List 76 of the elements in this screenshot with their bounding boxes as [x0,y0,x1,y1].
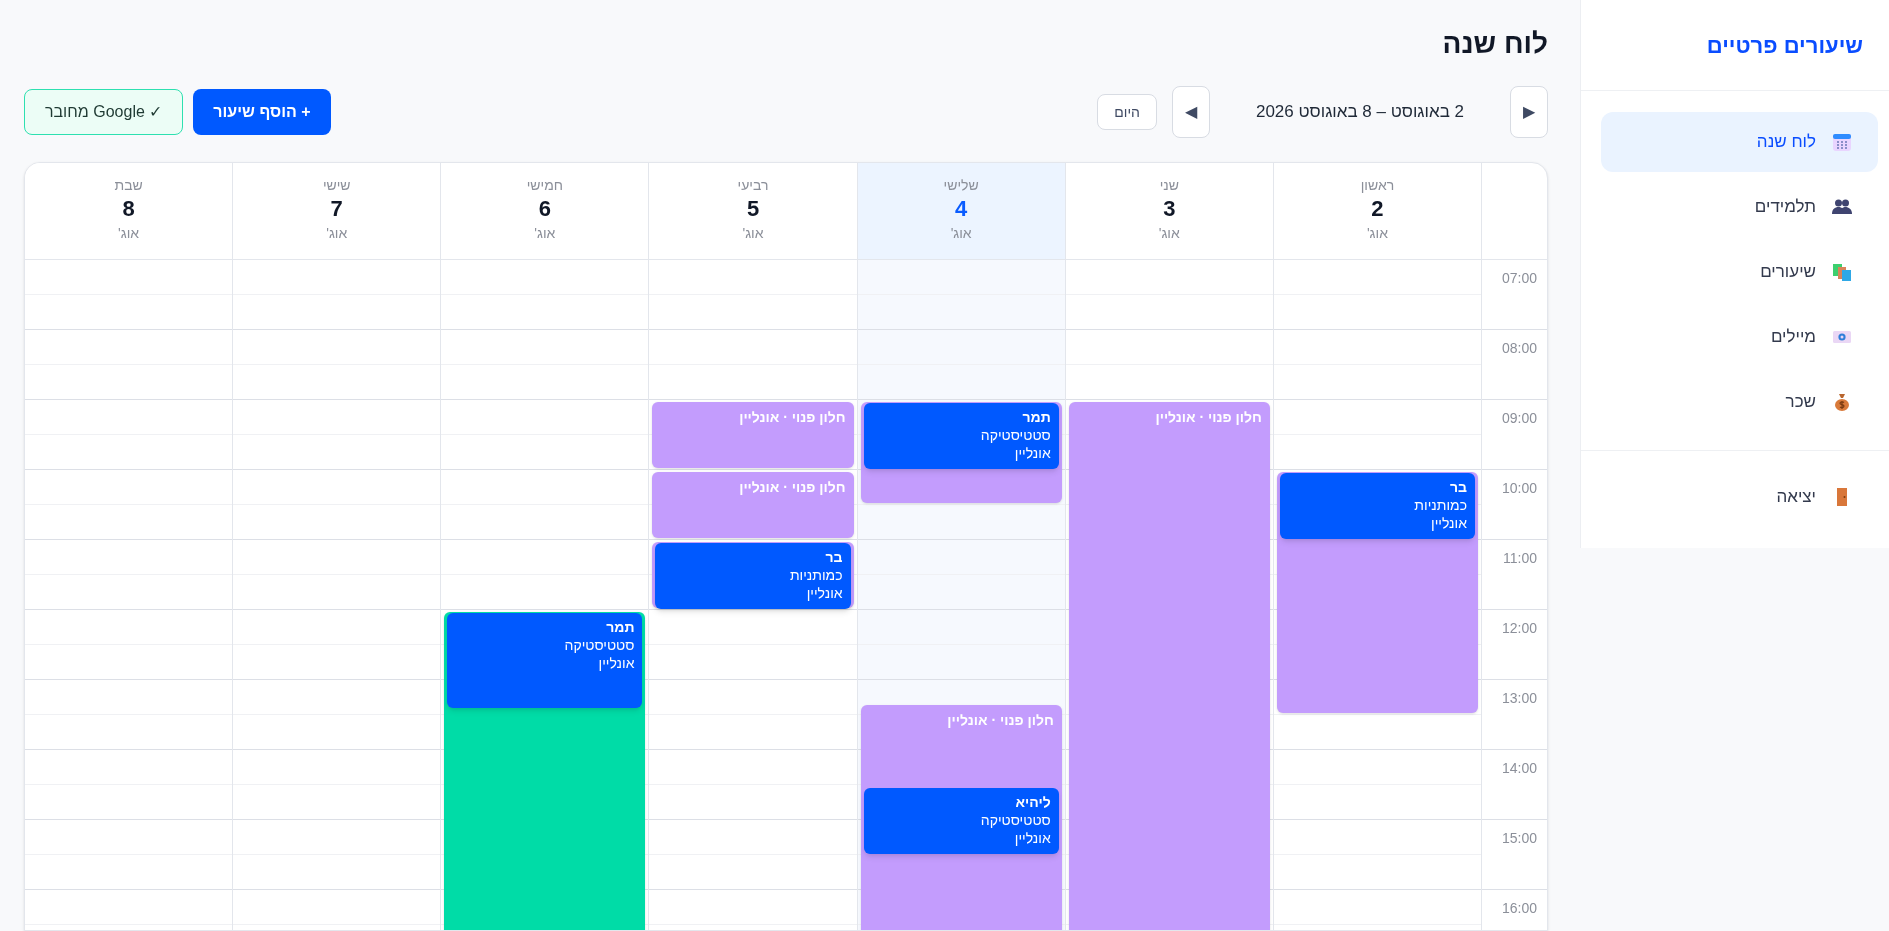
lesson-event[interactable]: בר כמותניות אונליין [1279,473,1475,539]
nav-item[interactable]: לוח שנה [1601,112,1878,172]
nav-item[interactable]: שיעורים [1601,242,1878,302]
lesson-event[interactable]: תמר סטטיסטיקה אונליין [447,613,643,709]
month-label: אוג' [950,224,972,243]
subject-text: סטטיסטיקה [979,811,1051,829]
hour-label: 08:00 [1501,340,1537,356]
today-button[interactable]: היום [1097,94,1157,130]
logout-item[interactable]: יציאה [1601,467,1878,527]
slot-label: חלון פנוי · אונליין [738,408,846,427]
day-number: 5 [746,195,760,223]
month-label: אוג' [118,224,140,243]
weekday-label: שישי [322,176,351,195]
day-number: 6 [538,195,551,223]
slot-block[interactable]: בר כמותניות אונליין [1276,472,1478,713]
mode-text: אונליין [597,654,635,672]
hour-label: 16:00 [1501,900,1537,916]
weekday-label: שבת [114,176,143,195]
free-slot[interactable]: חלון פנוי · אונליין ליהיא סטטיסטיקה אונליין [860,705,1062,930]
student-name: תמר [605,618,635,636]
nav-item[interactable]: מיילים [1601,307,1878,367]
mode-text: אונליין [1430,514,1467,532]
next-week-button[interactable]: ▶ [1510,86,1548,138]
student-name: ליהיא [1014,793,1051,811]
subject-text: כמותניות [1413,496,1467,514]
money-bag-icon [1832,392,1852,412]
weekday-label: ראשון [1360,176,1395,195]
add-lesson-button[interactable]: + הוסף שיעור [193,89,331,135]
day-number: 2 [1371,195,1384,223]
weekday-label: שני [1159,176,1179,195]
weekday-label: חמישי [526,176,564,195]
month-label: אוג' [326,224,348,243]
books-icon [1832,262,1852,282]
month-label: אוג' [1366,224,1388,243]
mode-text: אונליין [1013,444,1051,462]
hour-label: 11:00 [1503,550,1537,566]
hour-label: 14:00 [1501,760,1537,776]
google-status-button[interactable]: ✓ Google מחובר [24,89,184,135]
day-number: 8 [122,195,135,223]
slot-block[interactable]: תמר סטטיסטיקה אונליין [860,402,1062,503]
nav-item[interactable]: שכר [1601,372,1878,432]
people-icon [1832,197,1852,217]
calendar-icon [1832,132,1852,152]
mode-text: אונליין [1013,829,1051,847]
hour-label: 10:00 [1501,480,1537,496]
previous-week-button[interactable]: ◀ [1171,86,1210,138]
slot-label: חלון פנוי · אונליין [738,478,846,497]
weekday-label: רביעי [737,176,769,195]
day-number: 3 [1163,195,1176,223]
lesson-event[interactable]: ליהיא סטטיסטיקה אונליין [863,788,1059,854]
subject-text: כמותניות [788,566,843,584]
student-name: תמר [1021,408,1051,426]
slot-block[interactable]: תמר סטטיסטיקה אונליין [444,612,646,930]
hour-label: 09:00 [1501,410,1537,426]
lesson-event[interactable]: תמר סטטיסטיקה אונליין [863,403,1059,469]
slot-label: חלון פנוי · אונליין [1154,408,1262,427]
nav-item[interactable]: תלמידים [1601,177,1878,237]
month-label: אוג' [534,224,556,243]
student-name: בר [824,548,843,566]
month-label: אוג' [1158,224,1180,243]
slot-label: חלון פנוי · אונליין [946,711,1054,731]
day-number: 4 [955,195,968,223]
page-title: לוח שנה [1441,27,1548,61]
app-title: שיעורים פרטיים [1706,31,1863,60]
hour-label: 07:00 [1501,270,1537,286]
subject-text: סטטיסטיקה [563,636,635,654]
mode-text: אונליין [805,584,843,602]
hour-label: 13:00 [1501,690,1537,706]
month-label: אוג' [742,224,764,243]
weekday-label: שלישי [943,176,979,195]
date-range: 2 באוגוסט – 8 באוגוסט 2026 [1255,101,1464,124]
subject-text: סטטיסטיקה [979,426,1051,444]
hour-label: 12:00 [1501,620,1537,636]
hour-label: 15:00 [1501,830,1537,846]
day-number: 7 [330,195,343,223]
student-name: בר [1448,478,1467,496]
